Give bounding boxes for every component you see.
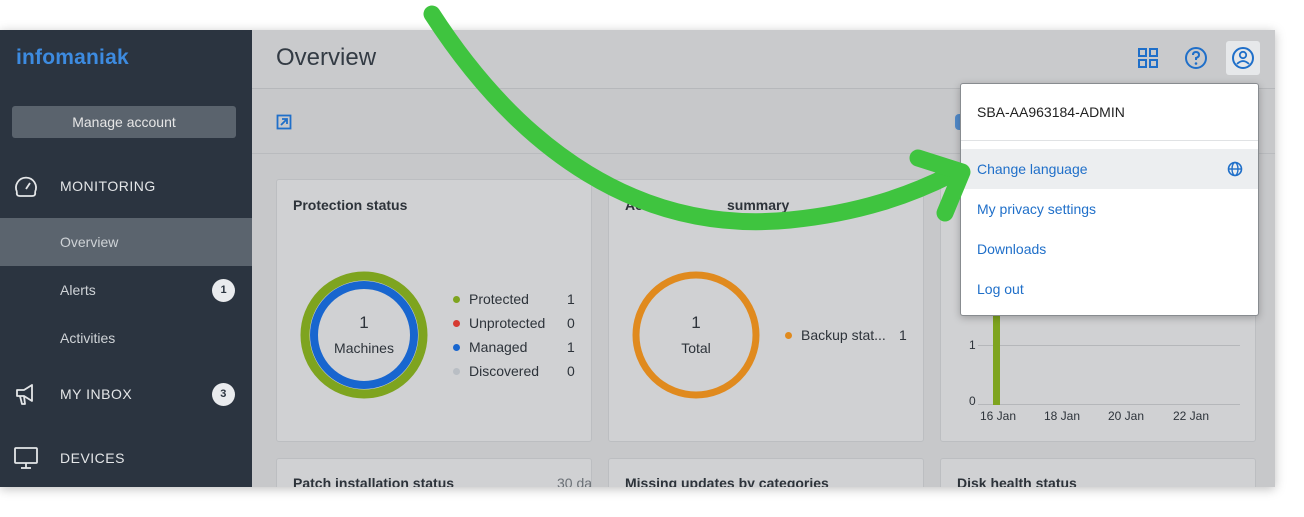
bar (993, 316, 1000, 405)
legend-dot (453, 343, 460, 351)
menu-item-change-language[interactable]: Change language (961, 149, 1258, 189)
menu-item-label: Log out (977, 281, 1024, 297)
menu-item-log-out[interactable]: Log out (961, 269, 1258, 309)
legend-item: Discovered 0 (453, 363, 583, 379)
legend-count: 1 (567, 339, 575, 355)
sidebar-section-monitoring[interactable]: MONITORING (0, 164, 252, 208)
disk-health-card: Disk health status (940, 458, 1256, 487)
menu-divider (961, 140, 1258, 141)
y-tick-label: 0 (969, 394, 976, 408)
sidebar-item-activities[interactable]: Activities (0, 314, 252, 362)
card-title: Missing updates by categories (625, 475, 829, 487)
legend-label: Backup stat... (801, 327, 886, 343)
apps-grid-icon[interactable] (1134, 44, 1162, 72)
sidebar-item-label: Overview (60, 234, 119, 250)
legend-count: 1 (899, 327, 907, 343)
account-button[interactable] (1226, 41, 1260, 75)
account-username: SBA-AA963184-ADMIN (977, 104, 1125, 120)
app-screenshot: infomaniak Manage account MONITORING Ove… (0, 30, 1275, 487)
monitor-icon (14, 447, 38, 469)
legend-dot (453, 319, 460, 327)
menu-item-label: My privacy settings (977, 201, 1097, 217)
legend-item: Backup stat... 1 (785, 327, 919, 343)
x-tick-label: 20 Jan (1108, 409, 1145, 423)
legend-count: 0 (567, 315, 575, 331)
donut-center-value: 1 (359, 313, 369, 332)
missing-updates-card: Missing updates by categories (608, 458, 924, 487)
legend-dot (785, 331, 792, 339)
sidebar-section-devices[interactable]: DEVICES (0, 436, 252, 480)
menu-item-downloads[interactable]: Downloads (961, 229, 1258, 269)
card-title: Protection status (293, 197, 408, 213)
sidebar-item-alerts[interactable]: Alerts 1 (0, 266, 252, 314)
menu-item-label: Downloads (977, 241, 1047, 257)
legend-label: Protected (469, 291, 529, 307)
logo: infomaniak (16, 46, 129, 69)
legend-dot (453, 367, 460, 375)
protection-donut (300, 271, 428, 399)
activities-summary-card: Active summary 1 Total Backup stat... 1 (608, 179, 924, 442)
account-dropdown-menu: SBA-AA963184-ADMIN Change language My pr… (960, 83, 1259, 316)
card-title-end: summary (727, 197, 790, 213)
activities-donut (632, 271, 760, 399)
patch-installation-card: Patch installation status 30 da (276, 458, 592, 487)
donut-center-label: Machines (334, 340, 394, 356)
top-bar: Overview (252, 30, 1275, 89)
inbox-count-badge: 3 (212, 382, 235, 406)
manage-account-button[interactable]: Manage account (12, 106, 236, 138)
legend-item: Managed 1 (453, 339, 583, 355)
grid-line (978, 345, 1240, 346)
page-title: Overview (276, 44, 377, 71)
x-tick-label: 22 Jan (1173, 409, 1210, 423)
user-circle-icon (1232, 47, 1254, 69)
card-title: Patch installation status (293, 475, 455, 487)
sidebar-section-label: MY INBOX (60, 386, 133, 402)
sidebar: infomaniak Manage account MONITORING Ove… (0, 30, 252, 487)
legend-item: Unprotected 0 (453, 315, 583, 331)
menu-item-privacy-settings[interactable]: My privacy settings (961, 189, 1258, 229)
sidebar-section-label: MONITORING (60, 178, 156, 194)
globe-icon (1227, 161, 1243, 177)
legend-count: 1 (567, 291, 575, 307)
axis-line (978, 404, 1240, 405)
expand-icon[interactable] (276, 114, 292, 130)
protection-status-card: Protection status 1 Machines Protected 1… (276, 179, 592, 442)
card-title: Disk health status (957, 475, 1077, 487)
legend-item: Protected 1 (453, 291, 583, 307)
sidebar-item-overview[interactable]: Overview (0, 218, 252, 266)
legend-label: Discovered (469, 363, 540, 379)
megaphone-icon (16, 384, 33, 405)
legend-count: 0 (567, 363, 575, 379)
alerts-count-badge: 1 (212, 278, 235, 302)
sidebar-item-label: Activities (60, 330, 116, 346)
sidebar-section-inbox[interactable]: MY INBOX 3 (0, 372, 252, 416)
legend-label: Managed (469, 339, 528, 355)
x-tick-label: 18 Jan (1044, 409, 1081, 423)
period-selector[interactable]: 30 da (557, 475, 591, 487)
donut-center-label: Total (681, 340, 711, 356)
card-title-start: Active (625, 197, 668, 213)
donut-center-value: 1 (691, 313, 701, 332)
x-tick-label: 16 Jan (980, 409, 1017, 423)
sidebar-section-label: DEVICES (60, 450, 125, 466)
gauge-icon (15, 176, 37, 197)
legend-dot (453, 295, 460, 303)
sidebar-item-label: Alerts (60, 282, 96, 298)
menu-item-label: Change language (977, 161, 1088, 177)
legend-label: Unprotected (469, 315, 546, 331)
help-icon[interactable] (1182, 44, 1210, 72)
y-tick-label: 1 (969, 338, 976, 352)
